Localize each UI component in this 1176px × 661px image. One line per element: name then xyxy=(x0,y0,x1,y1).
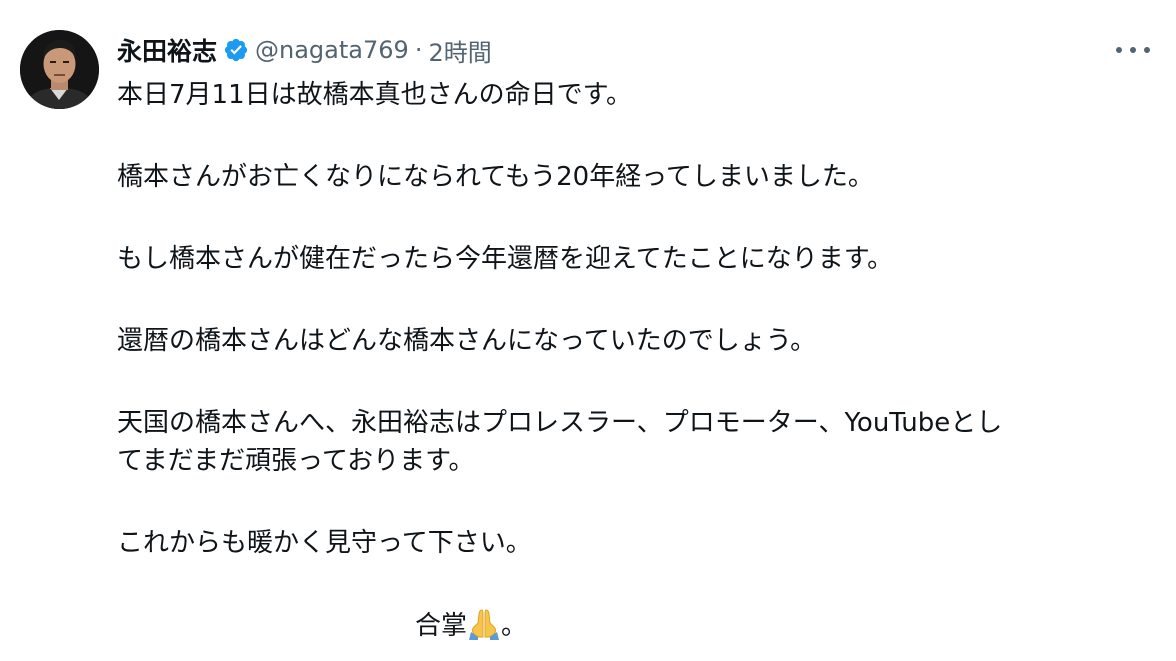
tweet-header: 永田裕志 @nagata769 · 2時間 xyxy=(117,31,492,69)
closing-text: 合掌 xyxy=(415,611,468,641)
verified-badge-icon[interactable] xyxy=(223,37,249,63)
tweet-line: 還暦の橋本さんはどんな橋本さんになっていたのでしょう。 xyxy=(117,326,817,356)
tweet-line: 本日7月11日は故橋本真也さんの命日です。 xyxy=(117,80,633,110)
tweet-closing-line: 合掌 。 xyxy=(117,606,1157,645)
tweet-line: 天国の橋本さんへ、永田裕志はプロレスラー、プロモーター、YouTubeとし xyxy=(117,408,1003,438)
author-handle[interactable]: @nagata769 xyxy=(255,36,409,64)
more-options-icon[interactable] xyxy=(1116,38,1150,62)
avatar-image xyxy=(20,30,99,109)
author-display-name[interactable]: 永田裕志 xyxy=(117,32,217,68)
tweet-line: てまだまだ頑張っております。 xyxy=(117,446,475,476)
separator-dot: · xyxy=(414,36,423,64)
tweet-line: もし橋本さんが健在だったら今年還暦を迎えてたことになります。 xyxy=(117,244,894,274)
tweet-text: 本日7月11日は故橋本真也さんの命日です。 橋本さんがお亡くなりになられてもう2… xyxy=(117,76,1157,645)
tweet-line: 橋本さんがお亡くなりになられてもう20年経ってしまいました。 xyxy=(117,162,874,192)
closing-punctuation: 。 xyxy=(501,611,528,641)
avatar[interactable] xyxy=(20,30,99,109)
folded-hands-emoji-icon xyxy=(467,606,501,640)
tweet-line: これからも暖かく見守って下さい。 xyxy=(117,528,532,558)
tweet-timestamp[interactable]: 2時間 xyxy=(428,33,491,68)
